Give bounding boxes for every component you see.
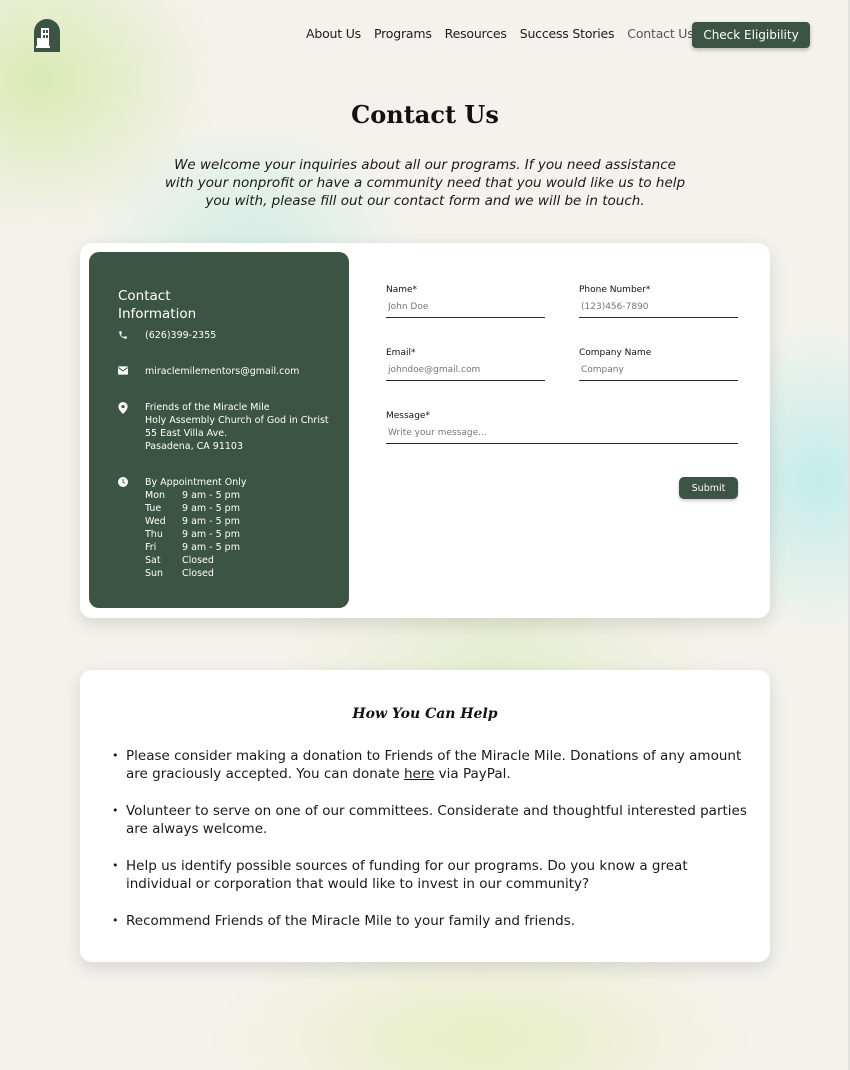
phone-field-group: Phone Number* [579, 285, 738, 318]
name-field-group: Name* [386, 285, 545, 318]
hours-day: Wed [145, 516, 166, 527]
contact-email[interactable]: miraclemilementors@gmail.com [145, 365, 299, 378]
message-field-group: Message* [386, 411, 738, 444]
hours-day: Sun [145, 568, 164, 579]
contact-hours: By Appointment Only Mon 9 am - 5 pm Tue 9 … [145, 476, 247, 580]
address-line: Friends of the Miracle Mile [145, 402, 270, 413]
address-line: 55 East Villa Ave. [145, 428, 228, 439]
phone-input[interactable] [579, 302, 738, 318]
site-logo[interactable] [32, 18, 62, 52]
help-item-volunteer: Volunteer to serve on one of our committ… [110, 802, 750, 838]
hours-day: Thu [145, 529, 163, 540]
submit-button[interactable]: Submit [679, 477, 738, 499]
hours-day: Mon [145, 490, 166, 501]
help-item-recommend: Recommend Friends of the Miracle Mile to… [110, 912, 750, 930]
message-input[interactable] [386, 428, 738, 444]
hours-time: Closed [182, 555, 214, 566]
nav-about-us[interactable]: About Us [306, 26, 361, 41]
paypal-donate-link[interactable]: here [404, 766, 434, 782]
contact-info-panel: Contact Information (626)399-2355 miracl… [89, 252, 349, 608]
contact-card: Contact Information (626)399-2355 miracl… [80, 243, 770, 618]
hours-time: 9 am - 5 pm [182, 529, 240, 540]
check-eligibility-button[interactable]: Check Eligibility [692, 22, 810, 48]
hours-time: Closed [182, 568, 214, 579]
hours-time: 9 am - 5 pm [182, 516, 240, 527]
company-input[interactable] [579, 365, 738, 381]
help-list: Please consider making a donation to Fri… [110, 747, 750, 949]
address-line: Holy Assembly Church of God in Christ [145, 415, 329, 426]
email-input[interactable] [386, 365, 545, 381]
contact-email-row: miraclemilementors@gmail.com [118, 365, 299, 378]
mail-icon [118, 365, 145, 378]
hours-heading: By Appointment Only [145, 477, 247, 488]
hours-day: Tue [145, 503, 162, 514]
hours-time: 9 am - 5 pm [182, 503, 240, 514]
phone-label: Phone Number* [579, 285, 651, 295]
help-title: How You Can Help [352, 706, 498, 722]
company-field-group: Company Name [579, 348, 738, 381]
company-label: Company Name [579, 348, 652, 358]
email-label: Email* [386, 348, 416, 358]
hours-time: 9 am - 5 pm [182, 542, 240, 553]
hours-day: Sat [145, 555, 161, 566]
intro-text: We welcome your inquiries about all our … [164, 157, 686, 209]
contact-address-row: Friends of the Miracle Mile Holy Assembl… [118, 401, 329, 453]
clock-icon [118, 476, 145, 580]
email-field-group: Email* [386, 348, 545, 381]
hours-time: 9 am - 5 pm [182, 490, 240, 501]
help-item-text: via PayPal. [434, 766, 511, 782]
contact-phone-row: (626)399-2355 [118, 329, 216, 342]
contact-address: Friends of the Miracle Mile Holy Assembl… [145, 401, 329, 453]
nav-success-stories[interactable]: Success Stories [520, 26, 615, 41]
address-line: Pasadena, CA 91103 [145, 441, 244, 452]
nav-programs[interactable]: Programs [374, 26, 432, 41]
help-item-donate: Please consider making a donation to Fri… [110, 747, 750, 783]
hours-table: Mon 9 am - 5 pm Tue 9 am - 5 pm Wed 9 am - … [145, 489, 247, 580]
name-input[interactable] [386, 302, 545, 318]
message-label: Message* [386, 411, 430, 421]
hours-day: Fri [145, 542, 157, 553]
help-card: How You Can Help Please consider making … [80, 670, 770, 962]
main-nav: About Us Programs Resources Success Stor… [306, 26, 694, 41]
house-arch-logo-icon [34, 19, 60, 52]
contact-info-title: Contact Information [118, 288, 197, 322]
contact-form: Name* Phone Number* Email* Company Name … [386, 243, 738, 618]
page-title: Contact Us [351, 100, 499, 129]
nav-resources[interactable]: Resources [445, 26, 507, 41]
nav-contact-us[interactable]: Contact Us [627, 26, 693, 41]
contact-phone[interactable]: (626)399-2355 [145, 329, 216, 342]
location-pin-icon [118, 401, 145, 453]
name-label: Name* [386, 285, 418, 295]
help-item-funding: Help us identify possible sources of fun… [110, 857, 750, 893]
phone-icon [118, 329, 145, 342]
contact-hours-row: By Appointment Only Mon 9 am - 5 pm Tue 9 … [118, 476, 247, 580]
